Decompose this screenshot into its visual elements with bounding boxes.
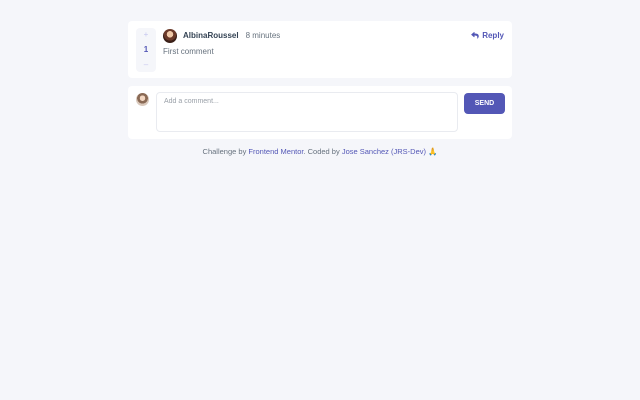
upvote-button[interactable]: + [144,30,149,40]
comment-header: AlbinaRoussel 8 minutes Reply [163,28,504,43]
downvote-button[interactable]: – [144,60,148,70]
username: AlbinaRoussel [183,31,239,40]
author-link[interactable]: Jose Sanchez (JRS-Dev) [342,147,426,156]
comment-text: First comment [163,47,214,56]
frontend-mentor-link[interactable]: Frontend Mentor [248,147,303,156]
send-button[interactable]: SEND [464,93,505,114]
reply-arrow-icon [471,32,479,39]
emoji: 🙏 [428,147,438,156]
reply-label: Reply [482,31,504,40]
vote-count: 1 [143,45,149,54]
comment-time: 8 minutes [245,31,281,40]
attribution-prefix: Challenge by [202,147,249,156]
vote-box: + 1 – [136,28,156,72]
add-comment-card: SEND [128,86,512,139]
comment-input[interactable] [156,92,458,132]
user-avatar [163,28,177,43]
current-user-avatar [136,93,149,106]
attribution: Challenge by Frontend Mentor. Coded by J… [0,147,640,156]
attribution-middle: . Coded by [303,147,342,156]
page: + 1 – AlbinaRoussel 8 minutes Reply Firs… [0,0,640,400]
comment-card: + 1 – AlbinaRoussel 8 minutes Reply Firs… [128,21,512,78]
reply-button[interactable]: Reply [471,31,504,40]
